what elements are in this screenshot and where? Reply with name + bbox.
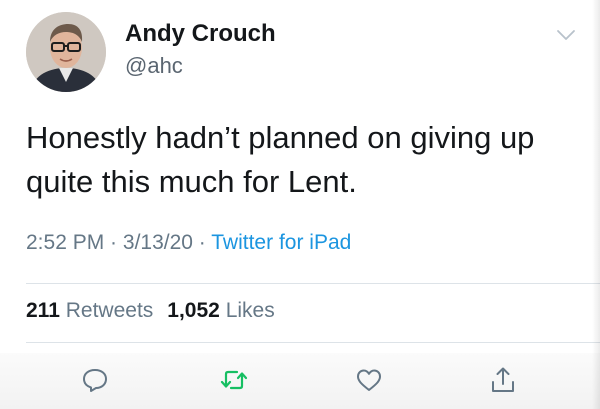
meta-separator: · xyxy=(192,231,212,254)
reply-icon[interactable] xyxy=(80,365,110,395)
tweet-text: Honestly hadn’t planned on giving up qui… xyxy=(26,116,586,204)
tweet-card: Andy Crouch @ahc Honestly hadn’t planned… xyxy=(0,0,600,409)
tweet-text-line: quite this much for Lent. xyxy=(26,164,357,199)
chevron-down-icon[interactable] xyxy=(556,28,576,42)
avatar-photo xyxy=(26,12,106,92)
tweet-meta: 2:52 PM · 3/13/20 · Twitter for iPad xyxy=(26,231,351,255)
display-name[interactable]: Andy Crouch xyxy=(125,20,276,48)
meta-separator: · xyxy=(104,231,123,254)
tweet-date[interactable]: 3/13/20 xyxy=(123,231,193,254)
divider xyxy=(26,342,600,343)
share-icon[interactable] xyxy=(488,365,518,395)
avatar[interactable] xyxy=(26,12,106,92)
screen-edge-shadow xyxy=(592,0,600,409)
retweet-icon[interactable] xyxy=(219,365,249,395)
user-handle[interactable]: @ahc xyxy=(125,53,183,79)
divider xyxy=(26,283,600,284)
likes-count: 1,052 xyxy=(167,299,220,322)
retweets-label: Retweets xyxy=(65,299,154,322)
tweet-stats: 211 Retweets 1,052 Likes xyxy=(26,299,289,323)
tweet-source-link[interactable]: Twitter for iPad xyxy=(211,231,351,254)
heart-icon[interactable] xyxy=(354,365,384,395)
likes-label: Likes xyxy=(225,299,275,322)
likes-stat[interactable]: 1,052 Likes xyxy=(167,299,274,322)
tweet-text-line: Honestly hadn’t planned on giving up xyxy=(26,120,535,155)
retweets-count: 211 xyxy=(26,299,60,322)
action-bar xyxy=(0,353,600,409)
tweet-time[interactable]: 2:52 PM xyxy=(26,231,104,254)
retweets-stat[interactable]: 211 Retweets xyxy=(26,299,153,322)
